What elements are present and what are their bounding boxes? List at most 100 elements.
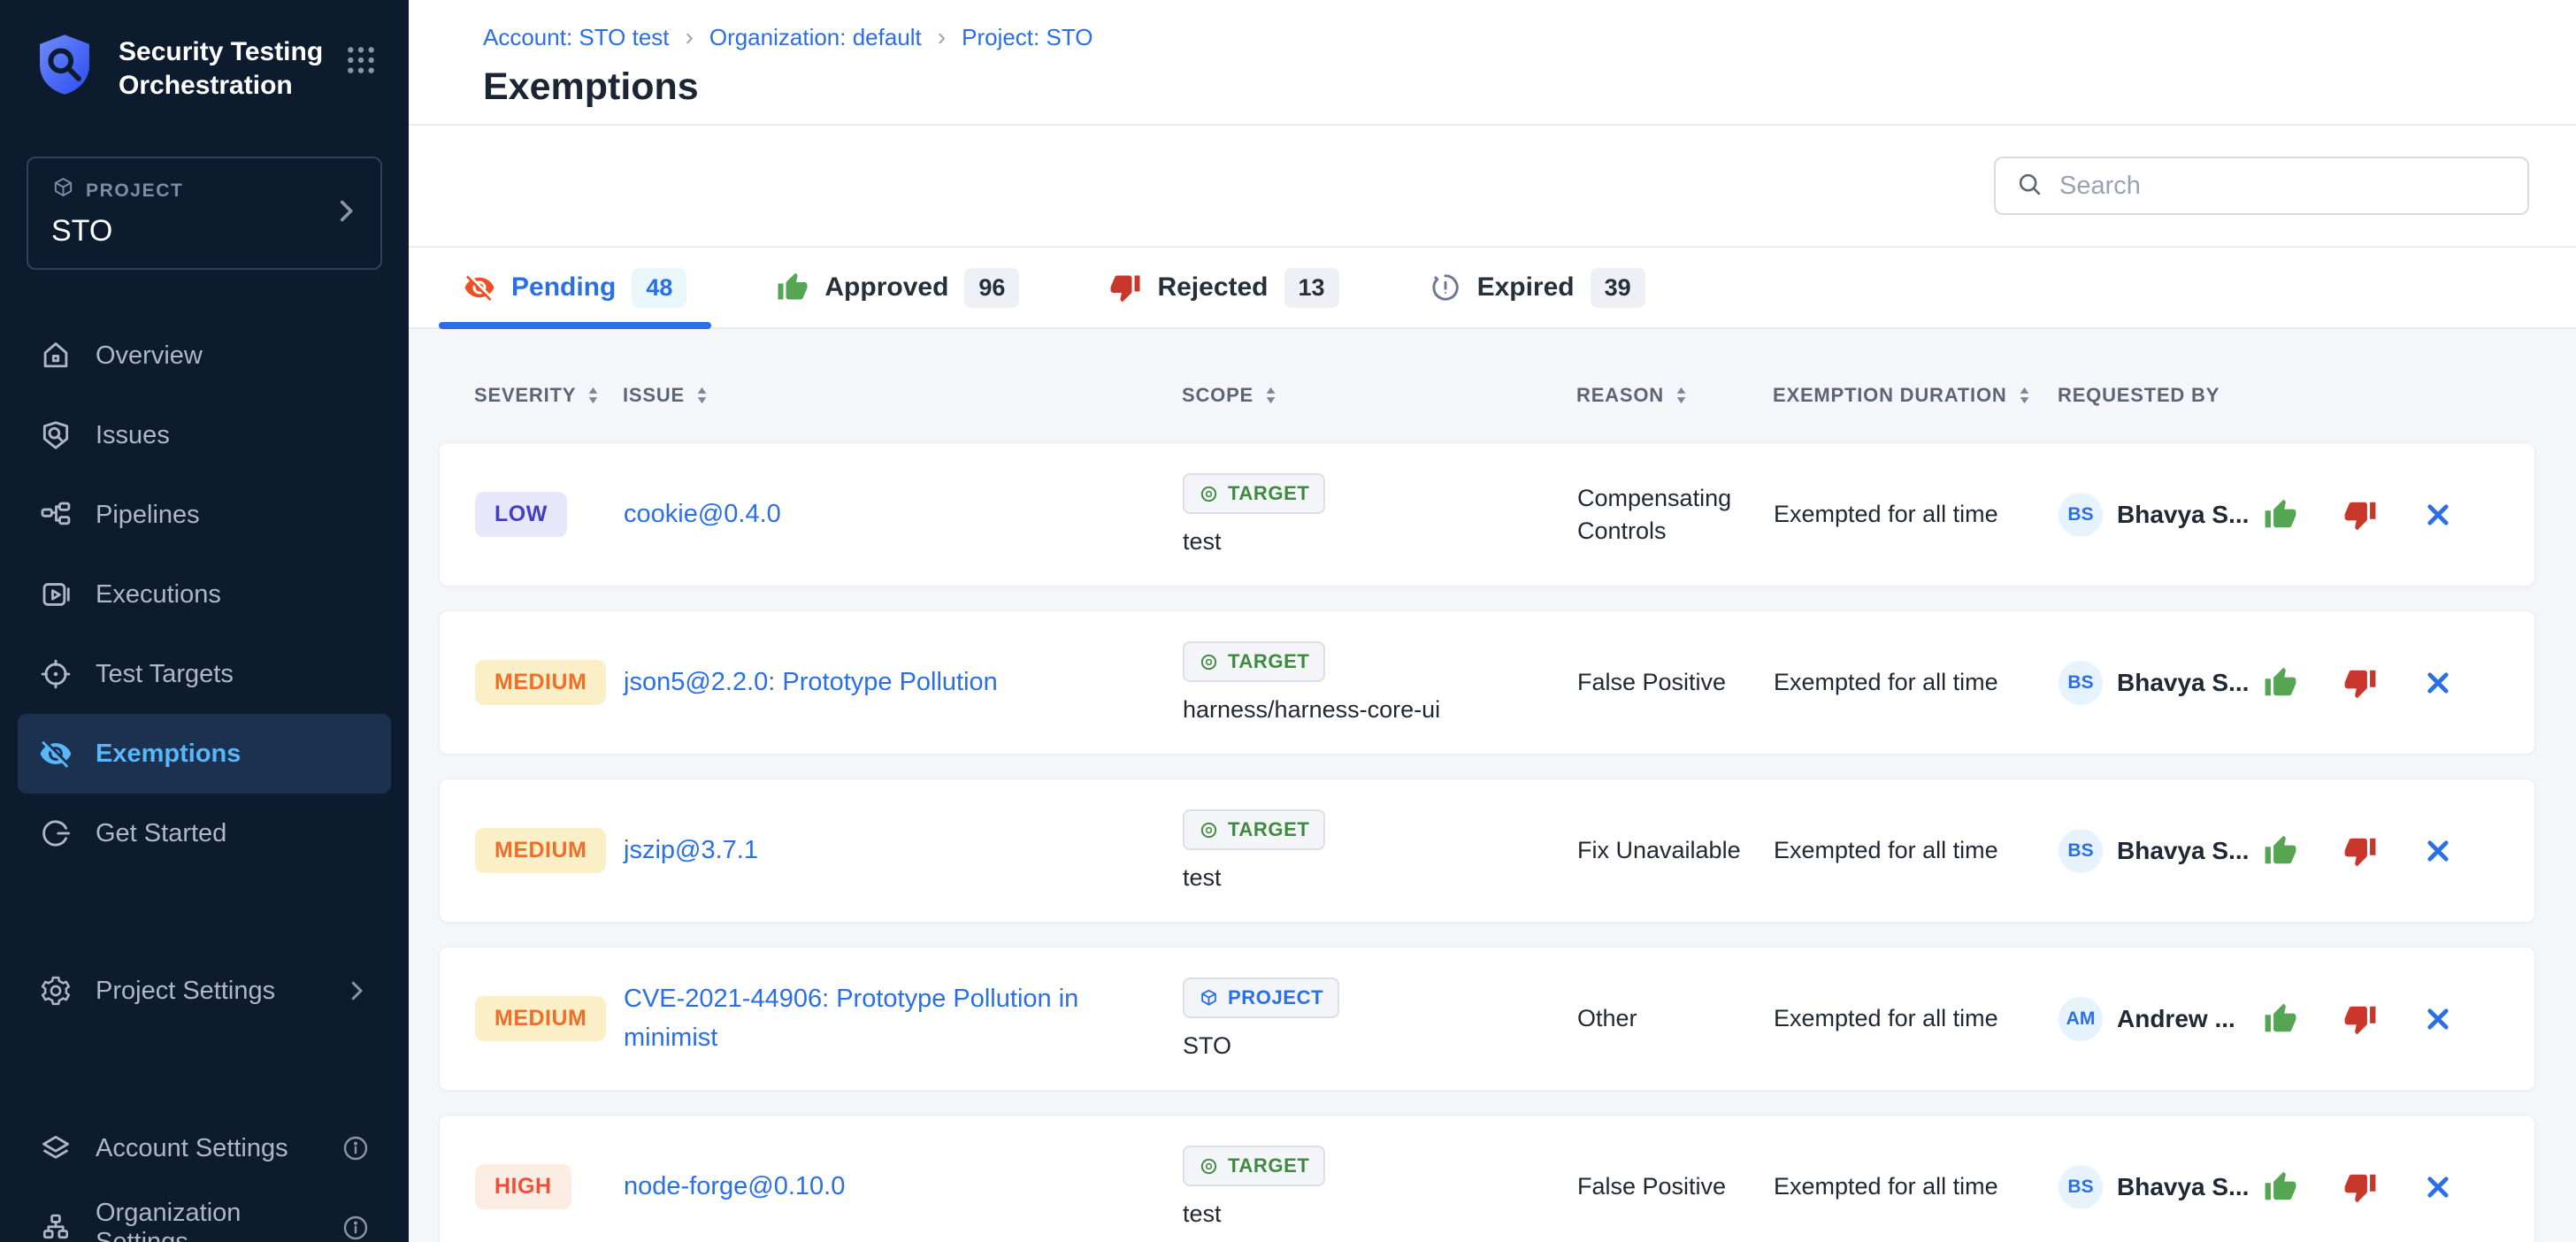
column-header-severity[interactable]: SEVERITY — [474, 384, 623, 407]
approve-button[interactable] — [2264, 1170, 2297, 1204]
scope-type-label: TARGET — [1228, 482, 1309, 505]
table-row[interactable]: MEDIUM json5@2.2.0: Prototype Pollution … — [439, 610, 2535, 755]
tab-expired[interactable]: Expired 39 — [1405, 248, 1670, 327]
scope-name: test — [1183, 864, 1222, 892]
sidebar-item-pipelines[interactable]: Pipelines — [18, 475, 391, 555]
reject-button[interactable] — [2343, 1002, 2377, 1036]
page-header: Account: STO test › Organization: defaul… — [409, 0, 2576, 126]
scope-type-label: PROJECT — [1228, 986, 1323, 1009]
requested-by-cell: AM Andrew ... — [2058, 997, 2264, 1041]
table-row[interactable]: HIGH node-forge@0.10.0 TARGET test False… — [439, 1115, 2535, 1242]
reject-button[interactable] — [2343, 666, 2377, 700]
severity-badge: MEDIUM — [475, 828, 606, 873]
breadcrumb: Account: STO test › Organization: defaul… — [483, 23, 2576, 51]
sidebar: Security Testing Orchestration PROJECT S… — [0, 0, 409, 1242]
row-actions — [2264, 666, 2534, 700]
scope-type-chip: PROJECT — [1183, 978, 1339, 1018]
approve-button[interactable] — [2264, 498, 2297, 532]
table-row[interactable]: LOW cookie@0.4.0 TARGET test Compensatin… — [439, 442, 2535, 586]
main-content: Account: STO test › Organization: defaul… — [409, 0, 2576, 1242]
layers-icon — [39, 1131, 73, 1165]
issue-link[interactable]: node-forge@0.10.0 — [624, 1168, 845, 1207]
info-icon[interactable] — [341, 1134, 370, 1162]
close-icon — [2423, 1172, 2453, 1202]
sidebar-item-label: Get Started — [96, 819, 226, 848]
breadcrumb-account[interactable]: Account: STO test — [483, 24, 670, 51]
column-header-issue[interactable]: ISSUE — [623, 384, 1182, 407]
sidebar-item-issues[interactable]: Issues — [18, 395, 391, 475]
table-row[interactable]: MEDIUM jszip@3.7.1 TARGET test Fix Unava… — [439, 778, 2535, 923]
reject-button[interactable] — [2343, 1170, 2377, 1204]
column-label: ISSUE — [623, 384, 685, 407]
sidebar-item-account-settings[interactable]: Account Settings — [18, 1108, 391, 1188]
issue-link[interactable]: CVE-2021-44906: Prototype Pollution in m… — [624, 980, 1137, 1057]
reject-button[interactable] — [2343, 498, 2377, 532]
tab-rejected[interactable]: Rejected 13 — [1085, 248, 1363, 327]
duration-cell: Exempted for all time — [1774, 669, 2058, 696]
sidebar-item-project-settings[interactable]: Project Settings — [18, 951, 391, 1031]
app-title: Security Testing Orchestration — [119, 30, 324, 102]
search-box[interactable] — [1994, 157, 2529, 215]
requester-name: Bhavya S... — [2117, 501, 2249, 529]
row-actions — [2264, 834, 2534, 868]
tab-label: Expired — [1477, 272, 1575, 303]
column-header-scope[interactable]: SCOPE — [1182, 384, 1576, 407]
approve-button[interactable] — [2264, 666, 2297, 700]
reject-button[interactable] — [2343, 834, 2377, 868]
column-header-requested-by: REQUESTED BY — [2058, 384, 2263, 407]
sidebar-item-get-started[interactable]: Get Started — [18, 794, 391, 873]
cancel-button[interactable] — [2423, 836, 2453, 866]
sidebar-item-label: Executions — [96, 580, 221, 610]
scope-type-label: TARGET — [1228, 1154, 1309, 1177]
sidebar-item-label: Issues — [96, 421, 170, 450]
close-icon — [2423, 1004, 2453, 1034]
row-actions — [2264, 1170, 2534, 1204]
approve-button[interactable] — [2264, 834, 2297, 868]
issue-link[interactable]: cookie@0.4.0 — [624, 495, 781, 534]
tab-count-badge: 13 — [1284, 268, 1339, 308]
issue-link[interactable]: jszip@3.7.1 — [624, 832, 758, 870]
issue-link[interactable]: json5@2.2.0: Prototype Pollution — [624, 663, 998, 702]
cancel-button[interactable] — [2423, 1172, 2453, 1202]
tab-pending[interactable]: Pending 48 — [439, 248, 711, 327]
approve-button[interactable] — [2264, 1002, 2297, 1036]
severity-badge: HIGH — [475, 1164, 571, 1209]
cancel-button[interactable] — [2423, 500, 2453, 530]
close-icon — [2423, 500, 2453, 530]
tab-approved[interactable]: Approved 96 — [752, 248, 1044, 327]
cancel-button[interactable] — [2423, 668, 2453, 698]
expired-clock-icon — [1430, 272, 1461, 303]
scope-name: test — [1183, 528, 1222, 556]
thumb-down-icon — [2343, 498, 2377, 532]
table-row[interactable]: MEDIUM CVE-2021-44906: Prototype Polluti… — [439, 947, 2535, 1091]
search-input[interactable] — [2059, 172, 2508, 201]
executions-icon — [39, 578, 73, 611]
sidebar-item-test-targets[interactable]: Test Targets — [18, 634, 391, 714]
cancel-button[interactable] — [2423, 1004, 2453, 1034]
sidebar-item-executions[interactable]: Executions — [18, 555, 391, 634]
sort-icon — [1264, 386, 1277, 405]
project-selector[interactable]: PROJECT STO — [27, 157, 382, 270]
sidebar-item-exemptions[interactable]: Exemptions — [18, 714, 391, 794]
severity-cell: LOW — [475, 492, 624, 537]
sidebar-item-overview[interactable]: Overview — [18, 316, 391, 395]
breadcrumb-project[interactable]: Project: STO — [962, 24, 1092, 51]
app-grid-icon[interactable] — [343, 30, 379, 82]
severity-badge: LOW — [475, 492, 567, 537]
thumb-down-icon — [2343, 666, 2377, 700]
chevron-right-icon: › — [686, 23, 694, 51]
org-hierarchy-icon — [39, 1211, 73, 1242]
requested-by-cell: BS Bhavya S... — [2058, 493, 2264, 537]
scope-cell: TARGET harness/harness-core-ui — [1183, 641, 1577, 724]
scope-cell: TARGET test — [1183, 809, 1577, 892]
column-header-exemption-duration[interactable]: EXEMPTION DURATION — [1773, 384, 2058, 407]
issue-cell: CVE-2021-44906: Prototype Pollution in m… — [624, 980, 1183, 1057]
sidebar-item-organization-settings[interactable]: Organization Settings — [18, 1188, 391, 1242]
requester-name: Bhavya S... — [2117, 1173, 2249, 1201]
avatar: BS — [2058, 493, 2103, 537]
severity-cell: MEDIUM — [475, 828, 624, 873]
breadcrumb-organization[interactable]: Organization: default — [709, 24, 922, 51]
column-header-reason[interactable]: REASON — [1576, 384, 1773, 407]
info-icon[interactable] — [341, 1214, 370, 1242]
scope-type-chip: TARGET — [1183, 641, 1325, 682]
